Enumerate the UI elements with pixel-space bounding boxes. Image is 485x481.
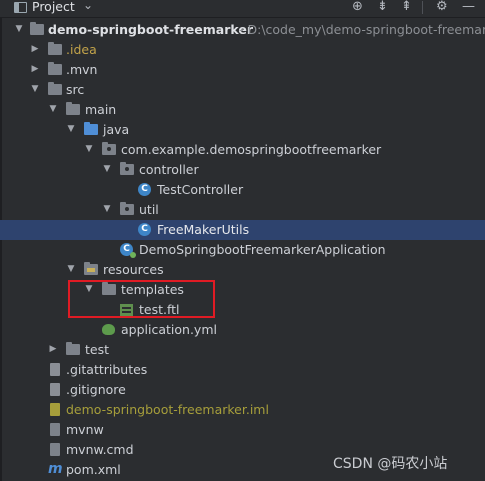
folder-icon xyxy=(66,102,80,115)
gear-icon[interactable]: ⚙ xyxy=(436,0,448,14)
root-project-path: - D:\code_my\demo-springboot-freemarke xyxy=(239,22,485,37)
tree-item-label: test xyxy=(85,342,110,357)
chevron-down-icon[interactable]: ▼ xyxy=(14,23,24,35)
tree-item-label: main xyxy=(85,102,117,117)
project-tool-window-header: Project ⌄ ⊕ ⇟ ⇞ ⚙ — xyxy=(0,0,485,18)
spring-boot-class-icon: C xyxy=(120,243,136,258)
tree-item-label: util xyxy=(139,202,159,217)
file-icon xyxy=(50,363,60,376)
collapse-all-icon[interactable]: ⇞ xyxy=(401,0,412,14)
root-project-name: demo-springboot-freemarker xyxy=(48,22,253,37)
tree-item-label: .idea xyxy=(66,42,97,57)
folder-icon xyxy=(66,342,80,355)
tree-item-label: resources xyxy=(103,262,164,277)
tree-row-main[interactable]: ▼ main xyxy=(0,100,485,120)
tree-row-freemaker-utils[interactable]: C FreeMakerUtils xyxy=(0,220,485,240)
folder-icon xyxy=(48,42,62,55)
tree-row-test[interactable]: ▶ test xyxy=(0,340,485,360)
tree-row-root[interactable]: ▼ demo-springboot-freemarker - D:\code_m… xyxy=(0,20,485,40)
tree-item-label: demo-springboot-freemarker.iml xyxy=(66,402,269,417)
chevron-down-icon[interactable]: ▼ xyxy=(30,83,40,95)
tree-row-test-controller[interactable]: C TestController xyxy=(0,180,485,200)
tree-item-label: FreeMakerUtils xyxy=(157,222,250,237)
tree-row-idea[interactable]: ▶ .idea xyxy=(0,40,485,60)
file-icon xyxy=(50,383,60,396)
tree-item-label: java xyxy=(103,122,130,137)
watermark: CSDN @码农小站 xyxy=(333,456,448,472)
tree-item-label: application.yml xyxy=(121,322,217,337)
package-icon xyxy=(120,162,134,175)
tree-row-src[interactable]: ▼ src xyxy=(0,80,485,100)
source-folder-icon xyxy=(84,122,98,135)
maven-icon: m xyxy=(48,461,63,477)
highlight-box xyxy=(68,280,215,318)
package-icon xyxy=(102,142,116,155)
tree-item-label: pom.xml xyxy=(66,462,121,477)
chevron-down-icon[interactable]: ▼ xyxy=(66,123,76,135)
project-view-icon xyxy=(14,2,27,13)
expand-all-icon[interactable]: ⇟ xyxy=(377,0,388,14)
toolbar-separator xyxy=(422,1,423,14)
chevron-down-icon[interactable]: ▼ xyxy=(102,163,112,175)
tree-item-label: TestController xyxy=(157,182,244,197)
resources-folder-icon xyxy=(84,262,98,275)
java-class-icon: C xyxy=(138,183,151,196)
yaml-file-icon xyxy=(102,324,115,335)
tree-row-application-yml[interactable]: application.yml xyxy=(0,320,485,340)
chevron-right-icon[interactable]: ▶ xyxy=(48,343,58,355)
tree-row-resources[interactable]: ▼ resources xyxy=(0,260,485,280)
chevron-down-icon[interactable]: ▼ xyxy=(66,263,76,275)
java-class-icon: C xyxy=(138,223,151,236)
tree-row-controller[interactable]: ▼ controller xyxy=(0,160,485,180)
chevron-down-icon[interactable]: ▼ xyxy=(84,143,94,155)
module-file-icon xyxy=(50,403,60,416)
tree-row-application-class[interactable]: C DemoSpringbootFreemarkerApplication xyxy=(0,240,485,260)
script-file-icon xyxy=(50,443,60,456)
script-file-icon xyxy=(50,423,60,436)
tree-item-label: DemoSpringbootFreemarkerApplication xyxy=(139,242,386,257)
folder-icon xyxy=(48,62,62,75)
tree-item-label: .gitattributes xyxy=(66,362,148,377)
tree-item-label: com.example.demospringbootfreemarker xyxy=(121,142,382,157)
tree-item-label: .gitignore xyxy=(66,382,126,397)
tree-row-java[interactable]: ▼ java xyxy=(0,120,485,140)
package-icon xyxy=(120,202,134,215)
tree-row-iml[interactable]: demo-springboot-freemarker.iml xyxy=(0,400,485,420)
tree-item-label: src xyxy=(66,82,85,97)
tree-item-label: mvnw xyxy=(66,422,104,437)
tree-row-util[interactable]: ▼ util xyxy=(0,200,485,220)
minimize-icon[interactable]: — xyxy=(462,0,475,14)
chevron-down-icon[interactable]: ▼ xyxy=(102,203,112,215)
tree-row-gitattributes[interactable]: .gitattributes xyxy=(0,360,485,380)
tree-item-label: .mvn xyxy=(66,62,98,77)
tree-row-mvnw[interactable]: mvnw xyxy=(0,420,485,440)
tree-item-label: mvnw.cmd xyxy=(66,442,134,457)
module-folder-icon xyxy=(30,22,44,35)
tree-row-package[interactable]: ▼ com.example.demospringbootfreemarker xyxy=(0,140,485,160)
tree-row-mvn[interactable]: ▶ .mvn xyxy=(0,60,485,80)
chevron-right-icon[interactable]: ▶ xyxy=(30,63,40,75)
chevron-down-icon[interactable]: ▼ xyxy=(48,103,58,115)
tree-item-label: controller xyxy=(139,162,199,177)
tree-row-gitignore[interactable]: .gitignore xyxy=(0,380,485,400)
chevron-down-icon[interactable]: ⌄ xyxy=(83,0,93,12)
crosshair-icon[interactable]: ⊕ xyxy=(352,0,363,14)
chevron-right-icon[interactable]: ▶ xyxy=(30,43,40,55)
tool-window-title[interactable]: Project xyxy=(32,0,75,14)
folder-icon xyxy=(48,82,62,95)
